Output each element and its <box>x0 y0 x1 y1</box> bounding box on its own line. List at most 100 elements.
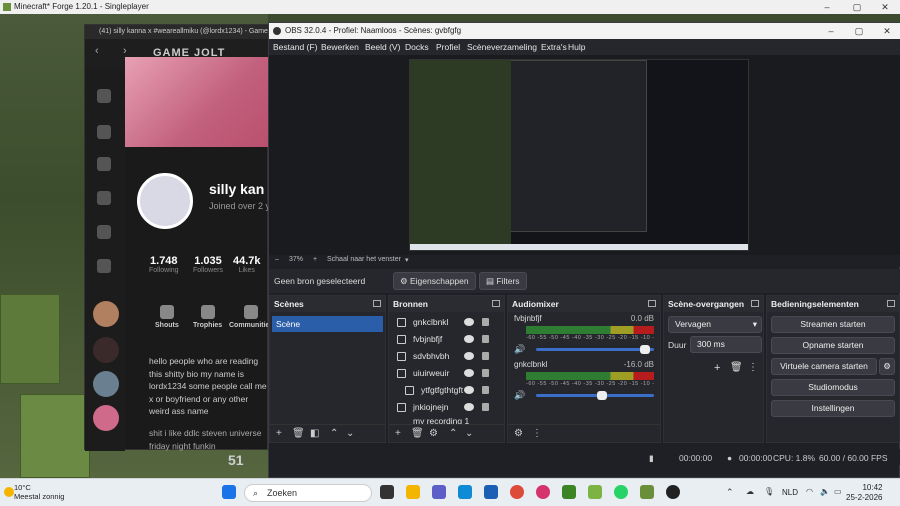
obs-minimize-button[interactable]: – <box>817 23 845 39</box>
home-icon[interactable] <box>97 89 111 103</box>
edge-icon[interactable] <box>458 485 472 499</box>
settings-button[interactable]: Instellingen <box>771 400 895 417</box>
zoom-in-button[interactable]: + <box>313 256 317 263</box>
menu-scene-collection[interactable]: Scèneverzameling <box>467 42 537 52</box>
eye-icon[interactable] <box>464 369 474 377</box>
whatsapp-icon[interactable] <box>614 485 628 499</box>
menu-profile[interactable]: Profiel <box>436 42 460 52</box>
menu-tools[interactable]: Extra's <box>541 42 567 52</box>
stat-following[interactable]: 1.748 Following <box>149 255 179 274</box>
menu-view[interactable]: Beeld (V) <box>365 42 400 52</box>
menu-docks[interactable]: Docks <box>405 42 429 52</box>
lock-icon[interactable] <box>482 386 489 394</box>
app-icon[interactable] <box>588 485 602 499</box>
lock-icon[interactable] <box>482 318 489 326</box>
advanced-audio-icon[interactable]: ⚙ <box>514 428 523 439</box>
file-explorer-icon[interactable] <box>406 485 420 499</box>
source-item[interactable]: fvbjnbfjf <box>391 331 494 348</box>
source-item[interactable]: sdvbhvbh <box>391 348 494 365</box>
menu-help[interactable]: Hulp <box>568 42 585 52</box>
start-streaming-button[interactable]: Streamen starten <box>771 316 895 333</box>
duration-input[interactable]: 300 ms <box>690 336 762 353</box>
feed-icon[interactable] <box>97 191 111 205</box>
store-icon[interactable] <box>97 125 111 139</box>
store-icon[interactable] <box>484 485 498 499</box>
language-indicator[interactable]: NLD <box>782 488 798 497</box>
speaker-icon[interactable]: 🔊 <box>514 390 525 401</box>
community-avatar[interactable] <box>93 301 119 327</box>
mic-icon[interactable]: 🎙 <box>764 487 774 496</box>
chevron-down-icon[interactable]: ▾ <box>405 256 409 264</box>
add-icon[interactable]: + <box>714 362 720 374</box>
taskbar-clock[interactable]: 10:42 25-2-2026 <box>846 483 882 503</box>
teams-icon[interactable] <box>432 485 446 499</box>
eye-icon[interactable] <box>464 352 474 360</box>
start-recording-button[interactable]: Opname starten <box>771 337 895 354</box>
shop-icon[interactable] <box>97 157 111 171</box>
minimize-button[interactable]: – <box>812 0 842 14</box>
obs-maximize-button[interactable]: ▢ <box>845 23 873 39</box>
menu-edit[interactable]: Bewerken <box>321 42 359 52</box>
start-virtual-camera-button[interactable]: Virtuele camera starten <box>771 358 877 375</box>
wifi-icon[interactable]: ◠ <box>806 487 813 496</box>
close-button[interactable]: ✕ <box>870 0 900 14</box>
volume-knob[interactable] <box>596 391 607 400</box>
down-arrow-icon[interactable]: ⌄ <box>346 428 354 439</box>
tab-communities[interactable]: Communities <box>229 305 273 329</box>
obs-close-button[interactable]: ✕ <box>873 23 900 39</box>
forward-arrow-icon[interactable]: › <box>123 45 127 57</box>
lock-icon[interactable] <box>482 369 489 377</box>
opera-icon[interactable] <box>536 485 550 499</box>
add-icon[interactable]: + <box>276 428 282 439</box>
speaker-icon[interactable]: 🔊 <box>514 344 525 355</box>
taskbar-search[interactable]: ⌕ Zoeken <box>244 484 372 502</box>
community-avatar[interactable] <box>93 371 119 397</box>
weather-widget[interactable]: 10°C Meestal zonnig <box>14 483 64 501</box>
virtual-camera-settings-button[interactable]: ⚙ <box>879 358 895 375</box>
menu-file[interactable]: Bestand (F) <box>273 42 317 52</box>
studio-mode-button[interactable]: Studiomodus <box>771 379 895 396</box>
minecraft-launcher-icon[interactable] <box>562 485 576 499</box>
stat-likes[interactable]: 44.7k Likes <box>233 255 261 274</box>
popout-icon[interactable] <box>751 300 759 307</box>
popout-icon[interactable] <box>373 300 381 307</box>
scene-item[interactable]: Scène <box>272 316 383 332</box>
more-icon[interactable]: ⋮ <box>748 362 758 373</box>
volume-slider[interactable] <box>536 345 654 354</box>
community-avatar[interactable] <box>93 405 119 431</box>
eye-icon[interactable] <box>464 403 474 411</box>
tab-shouts[interactable]: Shouts <box>155 305 179 329</box>
tab-trophies[interactable]: Trophies <box>193 305 222 329</box>
volume-icon[interactable]: 🔈 <box>820 487 830 496</box>
zoom-mode[interactable]: Schaal naar het venster <box>327 256 401 263</box>
back-arrow-icon[interactable]: ‹ <box>95 45 99 57</box>
source-group[interactable]: ytfgtfgthtgft <box>391 382 494 399</box>
lock-icon[interactable] <box>482 352 489 360</box>
filters-button[interactable]: ▤ Filters <box>479 272 527 290</box>
popout-icon[interactable] <box>648 300 656 307</box>
chevron-up-icon[interactable]: ⌃ <box>726 487 734 498</box>
lock-icon[interactable] <box>482 403 489 411</box>
eye-icon[interactable] <box>464 386 474 394</box>
up-arrow-icon[interactable]: ⌃ <box>330 428 338 439</box>
popout-icon[interactable] <box>887 300 895 307</box>
gear-icon[interactable]: ⚙ <box>429 428 438 439</box>
library-icon[interactable] <box>97 259 111 273</box>
trash-icon[interactable]: 🗑 <box>411 428 424 439</box>
chrome-icon[interactable] <box>510 485 524 499</box>
filter-icon[interactable]: ◧ <box>310 428 319 439</box>
maximize-button[interactable]: ▢ <box>842 0 872 14</box>
cloud-icon[interactable]: ☁ <box>746 487 754 496</box>
properties-button[interactable]: ⚙ Eigenschappen <box>393 272 476 290</box>
community-avatar[interactable] <box>93 337 119 363</box>
zoom-out-button[interactable]: – <box>275 256 279 263</box>
obs-preview[interactable] <box>269 55 900 255</box>
volume-knob[interactable] <box>640 345 651 354</box>
stat-followers[interactable]: 1.035 Followers <box>193 255 223 274</box>
task-view-icon[interactable] <box>380 485 394 499</box>
eye-icon[interactable] <box>464 335 474 343</box>
trash-icon[interactable]: 🗑 <box>292 428 305 439</box>
up-arrow-icon[interactable]: ⌃ <box>449 428 457 439</box>
battery-icon[interactable]: ▭ <box>834 487 842 496</box>
source-item[interactable]: uiuirweuir <box>391 365 494 382</box>
